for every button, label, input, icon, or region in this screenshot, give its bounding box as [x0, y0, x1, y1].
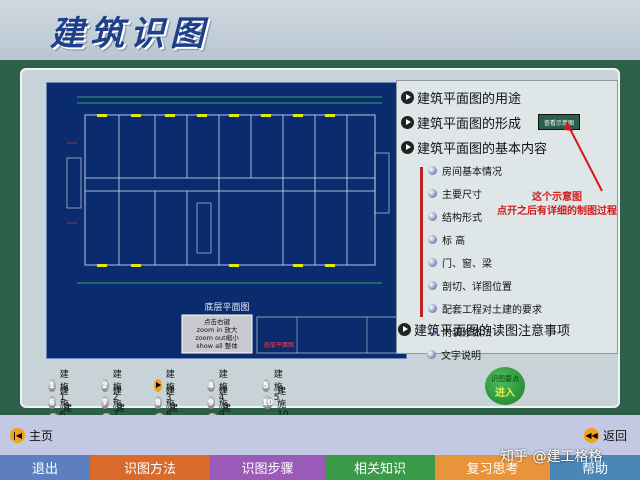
menu-item-purpose[interactable]: 建筑平面图的用途	[401, 88, 521, 107]
callout-line-2: 点开之后有详细的制图过程	[497, 206, 617, 217]
key-points-enter-button[interactable]: 识图要点 进入	[485, 367, 525, 405]
floor-plan-viewer[interactable]: 底层平面图 点击右键 zoom in 放大 zoom out缩小 show al…	[46, 82, 407, 359]
bullet-icon	[428, 258, 437, 267]
subitem-label: 主要尺寸	[442, 190, 482, 201]
bullet-icon	[428, 235, 437, 244]
subitem-label: 标 高	[442, 236, 466, 247]
titleblock-name: 底层平面图	[264, 341, 294, 349]
legend-line-3: zoom out缩小	[195, 333, 239, 342]
play-icon	[401, 141, 414, 154]
skip-back-icon: |◀	[10, 428, 25, 443]
floor-plan-drawing: 底层平面图 点击右键 zoom in 放大 zoom out缩小 show al…	[66, 96, 398, 354]
legend-line-2: zoom in 放大	[197, 325, 238, 334]
topic-menu: 建筑平面图的用途 建筑平面图的形成 查看示意图 建筑平面图的基本内容 房间基本情…	[396, 80, 618, 354]
menu-item-label: 建筑平面图的基本内容	[417, 142, 548, 157]
plan-caption: 底层平面图	[204, 301, 249, 313]
play-icon	[401, 116, 414, 129]
watermark: 知乎 @建工格格	[500, 449, 603, 465]
menu-item-basic-content[interactable]: 建筑平面图的基本内容	[401, 138, 547, 157]
subitem-label: 剖切、详图位置	[442, 282, 512, 293]
subitem-label: 房间基本情况	[442, 167, 502, 178]
legend-line-1: 点击右键	[204, 317, 231, 326]
callout-line-1: 这个示意图	[532, 192, 582, 203]
subitem-room-info[interactable]: 房间基本情况	[428, 163, 502, 178]
bullet-icon	[428, 281, 437, 290]
tab-steps[interactable]: 识图步骤	[210, 455, 325, 480]
home-button[interactable]: |◀ 主页	[10, 427, 53, 444]
back-button[interactable]: ◀◀ 返回	[584, 427, 627, 444]
subitem-label: 配套工程对土建的要求	[442, 305, 542, 316]
subitem-structure[interactable]: 结构形式	[428, 209, 482, 224]
main-area: 底层平面图 点击右键 zoom in 放大 zoom out缩小 show al…	[0, 60, 640, 437]
accent-line	[420, 167, 423, 317]
subitem-sections[interactable]: 剖切、详图位置	[428, 278, 512, 293]
bullet-icon	[428, 166, 437, 175]
content-panel: 底层平面图 点击右键 zoom in 放大 zoom out缩小 show al…	[20, 68, 620, 437]
subitem-text-notes[interactable]: 文字说明	[427, 347, 481, 362]
menu-item-label: 建筑平面图的形成	[417, 117, 522, 132]
subitem-dimensions[interactable]: 主要尺寸	[428, 186, 482, 201]
menu-item-reading-notes[interactable]: 建筑平面图的读图注意事项	[398, 320, 570, 339]
bullet-icon	[428, 304, 437, 313]
subitem-label: 结构形式	[442, 213, 482, 224]
subitem-label: 门、窗、梁	[442, 259, 492, 270]
subitem-label: 文字说明	[441, 351, 481, 362]
enter-caption: 识图要点	[491, 374, 519, 383]
tab-methods[interactable]: 识图方法	[90, 455, 210, 480]
subitem-doors-windows[interactable]: 门、窗、梁	[428, 255, 492, 270]
menu-item-label: 建筑平面图的用途	[417, 92, 522, 107]
play-icon	[401, 91, 414, 104]
play-icon	[398, 323, 411, 336]
callout-note: 这个示意图 点开之后有详细的制图过程	[497, 191, 617, 219]
menu-item-label: 建筑平面图的读图注意事项	[414, 324, 571, 339]
tab-exit[interactable]: 退出	[0, 455, 90, 480]
back-label: 返回	[603, 429, 628, 443]
sheet-number: 10	[262, 395, 274, 409]
bullet-icon	[428, 189, 437, 198]
menu-item-formation[interactable]: 建筑平面图的形成	[401, 113, 521, 132]
app-header: 建筑识图	[0, 0, 640, 60]
subitem-elevation[interactable]: 标 高	[428, 232, 465, 247]
enter-label: 进入	[495, 387, 515, 399]
legend-line-4: show all 整体	[196, 341, 238, 350]
tab-knowledge[interactable]: 相关知识	[325, 455, 435, 480]
view-diagram-button[interactable]: 查看示意图	[538, 114, 580, 130]
bullet-icon	[428, 212, 437, 221]
rewind-icon: ◀◀	[584, 428, 599, 443]
home-label: 主页	[29, 429, 54, 443]
subitem-requirements[interactable]: 配套工程对土建的要求	[428, 301, 542, 316]
app-title: 建筑识图	[50, 14, 210, 54]
bullet-icon	[427, 350, 436, 359]
